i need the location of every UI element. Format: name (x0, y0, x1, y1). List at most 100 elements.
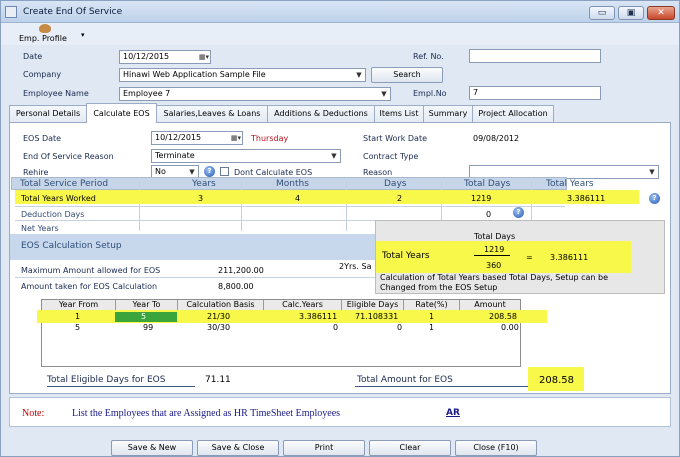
deduction-days-value: 0 (486, 210, 492, 219)
calendar-dropdown-icon[interactable]: ▦▾ (230, 132, 242, 144)
calc-row-highlight (37, 310, 547, 323)
table-cell: 0 (333, 323, 339, 332)
table-cell: 0 (397, 323, 403, 332)
chevron-down-icon[interactable]: ▼ (646, 166, 658, 178)
save-new-button[interactable]: Save & New (111, 440, 193, 456)
total-years-tooltip: Total Days Total Years 1219 360 = 3.3861… (375, 220, 665, 294)
max-amount-label: Maximum Amount allowed for EOS (21, 266, 161, 275)
clear-button[interactable]: Clear (369, 440, 451, 456)
reason-label: Reason (363, 168, 393, 177)
calendar-dropdown-icon[interactable]: ▦▾ (198, 51, 210, 63)
contract-type-label: Contract Type (363, 152, 419, 161)
close-button[interactable]: Close (F10) (455, 440, 537, 456)
chevron-down-icon[interactable]: ▼ (353, 69, 365, 81)
total-years-value: 3.386111 (567, 194, 606, 203)
col-years: Years (192, 179, 216, 189)
max-amount-value: 211,200.00 (218, 266, 264, 275)
tab-salaries-leaves-loans[interactable]: Salaries,Leaves & Loans (156, 105, 268, 123)
person-icon (39, 24, 51, 33)
table-cell: 3.386111 (299, 312, 338, 321)
eos-date-label: EOS Date (23, 134, 62, 143)
dont-calculate-label: Dont Calculate EOS (234, 168, 313, 177)
company-label: Company (23, 70, 62, 79)
table-cell: 0.00 (501, 323, 519, 332)
table-cell[interactable]: 5 (141, 312, 146, 322)
amount-taken-value: 8,800.00 (218, 282, 254, 291)
employee-select[interactable]: Employee 7 ▼ (119, 87, 391, 101)
help-icon[interactable]: ? (513, 207, 524, 218)
years-value: 3 (198, 194, 204, 203)
chevron-down-icon[interactable]: ▼ (328, 150, 340, 162)
grid-divider (139, 177, 140, 231)
tab-summary[interactable]: Summary (423, 105, 473, 123)
tab-additions-deductions[interactable]: Additions & Deductions (267, 105, 375, 123)
start-work-date-label: Start Work Date (363, 134, 428, 143)
eos-date-field[interactable]: 10/12/2015 ▦▾ (151, 131, 243, 145)
print-button[interactable]: Print (283, 440, 365, 456)
table-cell: 71.108331 (355, 312, 399, 321)
company-select[interactable]: Hinawi Web Application Sample File ▼ (119, 68, 366, 82)
tooltip-equals: = (526, 253, 533, 262)
setup-title: EOS Calculation Setup (21, 241, 122, 251)
rehire-label: Rehire (23, 168, 49, 177)
days-value: 2 (397, 194, 403, 203)
window-title: Create End Of Service (23, 7, 123, 17)
start-work-date-value: 09/08/2012 (473, 134, 520, 143)
emp-profile-button[interactable]: Emp. Profile (19, 34, 67, 43)
total-amount-label: Total Amount for EOS (357, 375, 453, 385)
empl-no-label: Empl.No (413, 89, 447, 98)
close-window-button[interactable]: ✕ (647, 6, 675, 20)
tab-items-list[interactable]: Items List (374, 105, 424, 123)
underline (47, 386, 195, 387)
table-cell: 99 (143, 323, 154, 332)
months-value: 4 (295, 194, 301, 203)
ref-no-field[interactable] (469, 49, 601, 63)
eos-day-text: Thursday (251, 134, 289, 143)
col-months: Months (276, 179, 309, 189)
chevron-down-icon[interactable]: ▾ (81, 31, 85, 39)
row-separator (15, 206, 565, 207)
chevron-down-icon[interactable]: ▼ (378, 88, 390, 100)
table-cell: 1 (429, 312, 435, 321)
tooltip-numerator: 1219 (484, 245, 505, 254)
col-total-service-period: Total Service Period (20, 179, 109, 189)
restore-button[interactable]: ▣ (618, 6, 644, 20)
tooltip-denominator: 360 (486, 261, 502, 270)
search-button[interactable]: Search (371, 67, 443, 83)
help-icon[interactable]: ? (649, 193, 660, 204)
save-close-button[interactable]: Save & Close (197, 440, 279, 456)
date-label: Date (23, 52, 43, 61)
minimize-button[interactable]: ▭ (589, 6, 615, 20)
employee-name-label: Employee Name (23, 89, 89, 98)
col-total-days: Total Days (464, 179, 511, 189)
help-icon[interactable]: ? (204, 166, 215, 177)
ar-link[interactable]: AR (446, 408, 460, 418)
row-separator (15, 277, 375, 278)
grid-divider (346, 177, 347, 231)
table-cell: 21/30 (207, 312, 231, 321)
table-cell: 208.58 (489, 312, 517, 321)
grid-divider (241, 177, 242, 231)
total-eligible-days-value: 71.11 (205, 375, 231, 385)
tab-project-allocation[interactable]: Project Allocation (472, 105, 554, 123)
amount-taken-label: Amount taken for EOS Calculation (21, 282, 158, 291)
table-cell: 1 (75, 312, 81, 321)
row-label: Total Years Worked (21, 194, 96, 203)
eos-reason-select[interactable]: Terminate ▼ (151, 149, 341, 163)
setup-side-text: 2Yrs. Sa (339, 262, 372, 271)
table-cell: 1 (429, 323, 435, 332)
dont-calculate-checkbox[interactable] (220, 167, 229, 176)
eos-reason-label: End Of Service Reason (23, 152, 114, 161)
tooltip-result: 3.386111 (550, 253, 589, 262)
total-eligible-days-label: Total Eligible Days for EOS (47, 375, 166, 385)
tooltip-title: Total Days (474, 232, 516, 241)
table-cell: 30/30 (207, 323, 231, 332)
col-total-years: Total Years (546, 179, 594, 189)
tab-personal-details[interactable]: Personal Details (9, 105, 87, 123)
service-grid-header: Total Service Period Years Months Days T… (11, 177, 594, 190)
note-label: Note: (22, 408, 45, 419)
date-field[interactable]: 10/12/2015 ▦▾ (119, 50, 211, 64)
empl-no-field[interactable]: 7 (469, 86, 601, 100)
tab-calculate-eos[interactable]: Calculate EOS (86, 103, 157, 123)
note-band: Note: List the Employees that are Assign… (9, 397, 671, 427)
